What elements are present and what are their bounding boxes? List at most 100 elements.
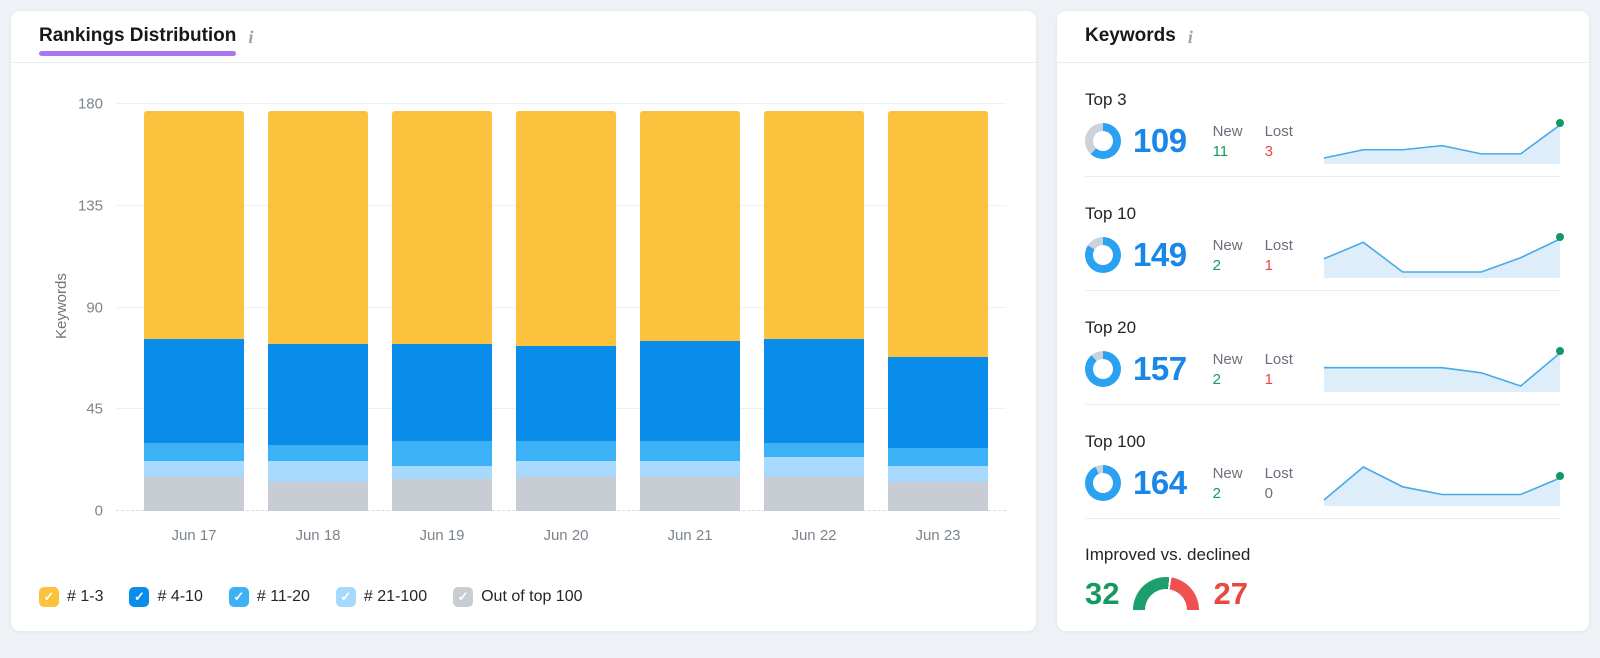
keywords-row-top-100: Top 100 164 New 2 Lost 0 [1085, 405, 1564, 519]
metric-value: 149 [1133, 236, 1187, 273]
legend-item-4-10[interactable]: ✓ # 4-10 [129, 587, 203, 607]
bar-segment-4-10[interactable] [516, 345, 616, 441]
donut-chart [1085, 351, 1121, 387]
bar-segment-21-100[interactable] [640, 461, 740, 478]
improved-vs-declined: Improved vs. declined 32 27 [1057, 519, 1589, 610]
bar-segment-21-100[interactable] [144, 461, 244, 478]
legend-label: # 21-100 [363, 588, 428, 605]
checkbox-checked-icon[interactable]: ✓ [335, 587, 356, 607]
bar-segment-1-3[interactable] [764, 110, 864, 340]
keywords-title: Keywords [1085, 25, 1176, 46]
legend-item-21-100[interactable]: ✓ # 21-100 [335, 587, 428, 607]
bar-segment-11-20[interactable] [144, 443, 244, 462]
sparkline-chart [1323, 232, 1564, 278]
bar-segment-1-3[interactable] [268, 110, 368, 344]
info-icon[interactable]: i [248, 27, 253, 48]
x-tick-jun-19: Jun 19 [419, 527, 465, 544]
bar-segment-1-3[interactable] [640, 110, 740, 342]
bar-segment-4-10[interactable] [888, 357, 988, 448]
bar-segment-out-of-top-100[interactable] [640, 477, 740, 511]
legend-item-out-of-top-100[interactable]: ✓ Out of top 100 [453, 587, 583, 607]
bar-segment-1-3[interactable] [888, 110, 988, 358]
x-axis-labels: Jun 17 Jun 18 Jun 19 Jun 20 Jun 21 Jun 22 Jun … [116, 527, 1006, 544]
rankings-chart: Keywords 0 45 90 135 180 Jun 17 Jun 18 Jun 19 J… [11, 63, 1036, 631]
row-label: Top 100 [1085, 432, 1146, 451]
y-axis-label: Keywords [53, 273, 70, 340]
bar-jun-19[interactable] [392, 110, 492, 511]
bar-jun-23[interactable] [888, 110, 988, 511]
rankings-card-header: Rankings Distribution i [11, 11, 1036, 63]
checkbox-checked-icon[interactable]: ✓ [129, 587, 150, 607]
bar-segment-out-of-top-100[interactable] [144, 477, 244, 511]
sparkline-chart [1323, 346, 1564, 392]
metric-value: 164 [1133, 464, 1187, 501]
bar-segment-out-of-top-100[interactable] [888, 481, 988, 511]
x-tick-jun-22: Jun 22 [791, 527, 837, 544]
x-tick-jun-18: Jun 18 [295, 527, 341, 544]
info-icon[interactable]: i [1188, 27, 1193, 48]
y-tick-90: 90 [86, 299, 103, 316]
keywords-row-top-20: Top 20 157 New 2 Lost 1 [1085, 291, 1564, 405]
bar-segment-1-3[interactable] [516, 110, 616, 346]
new-label: New [1212, 350, 1243, 368]
checkbox-checked-icon[interactable]: ✓ [453, 587, 474, 607]
keywords-row-top-3: Top 3 109 New 11 Lost 3 [1085, 63, 1564, 177]
bar-segment-4-10[interactable] [764, 339, 864, 444]
lost-value: 3 [1264, 142, 1273, 160]
bar-segment-4-10[interactable] [268, 343, 368, 446]
legend-label: # 4-10 [157, 588, 203, 605]
bar-jun-21[interactable] [640, 110, 740, 511]
new-value: 2 [1212, 256, 1221, 274]
bar-jun-18[interactable] [268, 110, 368, 511]
lost-value: 1 [1264, 370, 1273, 388]
bar-segment-21-100[interactable] [392, 465, 492, 480]
checkbox-checked-icon[interactable]: ✓ [39, 587, 59, 607]
bar-segment-4-10[interactable] [392, 343, 492, 441]
bar-segment-4-10[interactable] [640, 341, 740, 441]
y-tick-180: 180 [77, 95, 103, 113]
chart-legend: ✓ # 1-3 ✓ # 4-10 ✓ # 11-20 ✓ # 21-100 ✓ Out of to… [39, 587, 609, 607]
metric-value: 109 [1133, 122, 1187, 159]
bar-segment-11-20[interactable] [764, 443, 864, 457]
bar-segment-11-20[interactable] [392, 440, 492, 466]
lost-label: Lost [1264, 464, 1293, 482]
legend-label: # 11-20 [256, 588, 310, 605]
legend-label: # 1-3 [67, 588, 104, 605]
lost-value: 1 [1264, 256, 1273, 274]
x-tick-jun-23: Jun 23 [915, 527, 961, 544]
bar-segment-11-20[interactable] [888, 447, 988, 466]
y-tick-0: 0 [94, 502, 103, 520]
bar-segment-1-3[interactable] [392, 110, 492, 344]
bar-segment-11-20[interactable] [516, 440, 616, 462]
bar-segment-21-100[interactable] [516, 461, 616, 478]
lost-label: Lost [1264, 236, 1293, 254]
checkbox-checked-icon[interactable]: ✓ [228, 587, 249, 607]
legend-item-1-3[interactable]: ✓ # 1-3 [39, 587, 103, 607]
bar-segment-11-20[interactable] [640, 440, 740, 462]
sparkline-end-dot [1556, 472, 1564, 480]
bar-segment-4-10[interactable] [144, 339, 244, 444]
new-label: New [1212, 236, 1243, 254]
bar-jun-17[interactable] [144, 110, 244, 511]
sparkline-end-dot [1556, 347, 1564, 355]
bar-jun-22[interactable] [764, 110, 864, 511]
bar-segment-21-100[interactable] [764, 456, 864, 478]
bar-segment-21-100[interactable] [888, 465, 988, 482]
new-value: 2 [1212, 484, 1221, 502]
y-tick-135: 135 [77, 197, 103, 215]
bar-segment-out-of-top-100[interactable] [764, 477, 864, 511]
bar-segment-21-100[interactable] [268, 461, 368, 482]
lost-label: Lost [1264, 122, 1293, 140]
improved-vs-declined-label: Improved vs. declined [1085, 545, 1251, 564]
bar-segment-out-of-top-100[interactable] [268, 481, 368, 511]
metric-value: 157 [1133, 350, 1187, 387]
bar-segment-1-3[interactable] [144, 110, 244, 340]
bar-segment-out-of-top-100[interactable] [392, 479, 492, 511]
keywords-card-header: Keywords i [1057, 11, 1589, 63]
rankings-title: Rankings Distribution [39, 26, 236, 56]
bar-segment-out-of-top-100[interactable] [516, 477, 616, 511]
bar-segment-11-20[interactable] [268, 445, 368, 462]
bar-jun-20[interactable] [516, 110, 616, 511]
legend-item-11-20[interactable]: ✓ # 11-20 [228, 587, 310, 607]
bars [116, 104, 1006, 511]
